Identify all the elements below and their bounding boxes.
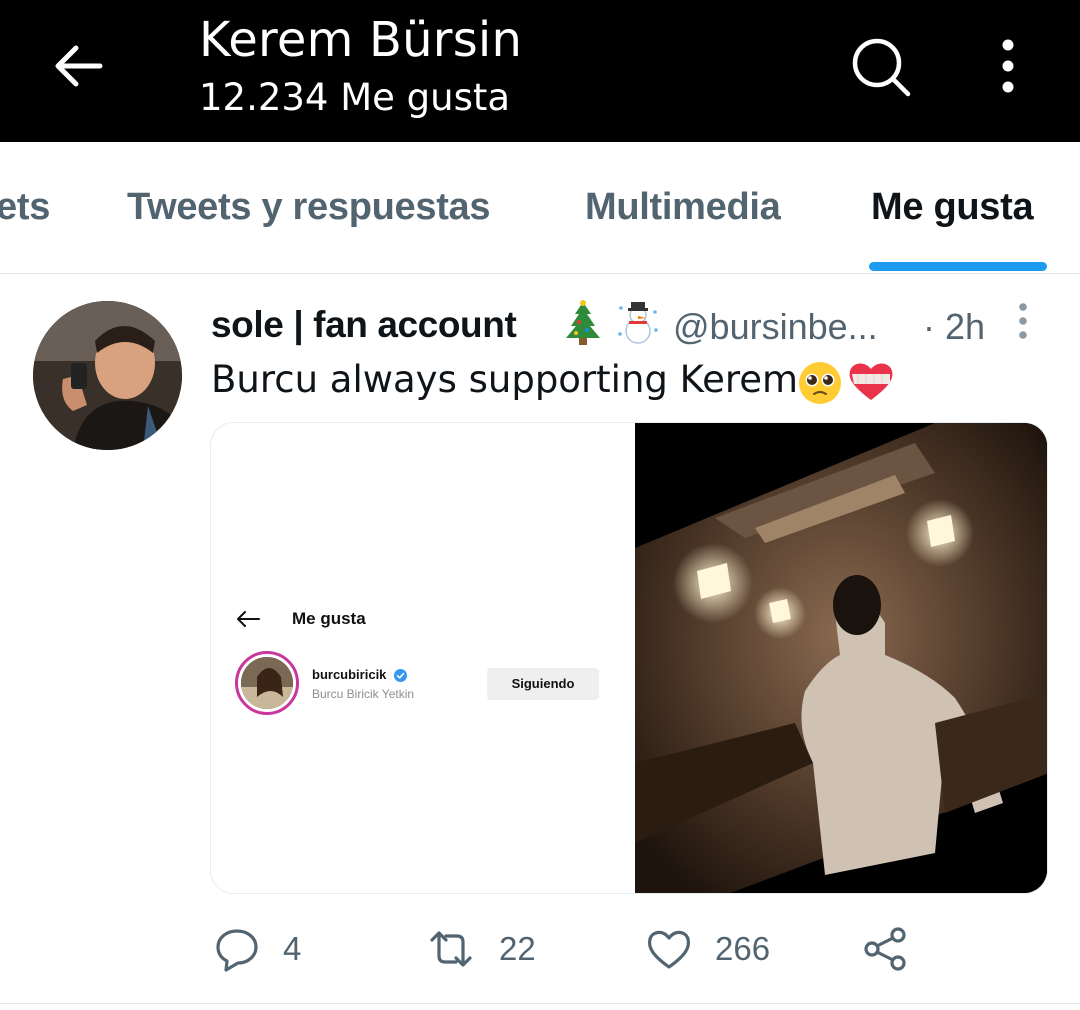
search-button[interactable] [850, 36, 912, 98]
tweet-actions: 4 22 266 [0, 920, 1080, 980]
reply-count: 4 [283, 930, 302, 967]
snowman-icon [618, 302, 658, 344]
embedded-following-button: Siguiendo [487, 668, 599, 700]
tweet-more-button[interactable] [1010, 302, 1036, 342]
active-tab-indicator [869, 262, 1047, 271]
tweet-text: Burcu always supporting Kerem [211, 358, 799, 401]
tab-likes[interactable]: Me gusta [871, 186, 1034, 229]
search-icon [852, 38, 911, 97]
tweet-media[interactable]: Me gusta burcubiricik Burcu Biricik Yetk… [210, 422, 1048, 894]
profile-tabs: ets Tweets y respuestas Multimedia Me gu… [0, 142, 1080, 274]
media-screenshot[interactable]: Me gusta burcubiricik Burcu Biricik Yetk… [211, 423, 623, 893]
mending-heart-icon [849, 363, 893, 400]
tab-tweets[interactable]: ets [0, 186, 50, 229]
verified-badge-icon [394, 669, 407, 682]
profile-name: Kerem Bürsin [199, 12, 523, 68]
hallway-photo [635, 423, 1047, 893]
arrow-left-icon [237, 611, 260, 627]
media-photo[interactable] [635, 423, 1047, 893]
tweet-time[interactable]: · 2h [923, 306, 985, 348]
christmas-tree-icon [566, 300, 600, 345]
more-vertical-icon [1019, 303, 1027, 339]
divider [0, 1003, 1080, 1004]
back-button[interactable] [48, 38, 108, 94]
reply-icon[interactable] [214, 926, 260, 972]
tab-tweets-and-replies[interactable]: Tweets y respuestas [127, 186, 491, 229]
likes-count: 12.234 Me gusta [199, 76, 511, 119]
embedded-username: burcubiricik [312, 667, 387, 682]
avatar-photo [33, 301, 182, 450]
embedded-full-name: Burcu Biricik Yetkin [312, 687, 415, 701]
tab-media[interactable]: Multimedia [585, 186, 781, 229]
avatar[interactable] [33, 301, 182, 450]
more-button[interactable] [990, 36, 1026, 98]
tweet-header: sole | fan account @bursinbe... · 2h [211, 300, 1041, 350]
share-icon[interactable] [862, 926, 908, 972]
like-icon[interactable] [646, 926, 692, 972]
arrow-left-icon [55, 45, 103, 87]
profile-header: Kerem Bürsin 12.234 Me gusta [0, 0, 1080, 142]
retweet-icon[interactable] [428, 926, 474, 972]
like-count: 266 [715, 930, 771, 967]
more-vertical-icon [1002, 39, 1014, 93]
embedded-title: Me gusta [292, 609, 366, 628]
embedded-avatar [235, 651, 299, 715]
user-handle[interactable]: @bursinbe... [673, 306, 878, 348]
pleading-face-icon [799, 362, 841, 404]
retweet-count: 22 [499, 930, 536, 967]
display-name[interactable]: sole | fan account [211, 304, 517, 346]
